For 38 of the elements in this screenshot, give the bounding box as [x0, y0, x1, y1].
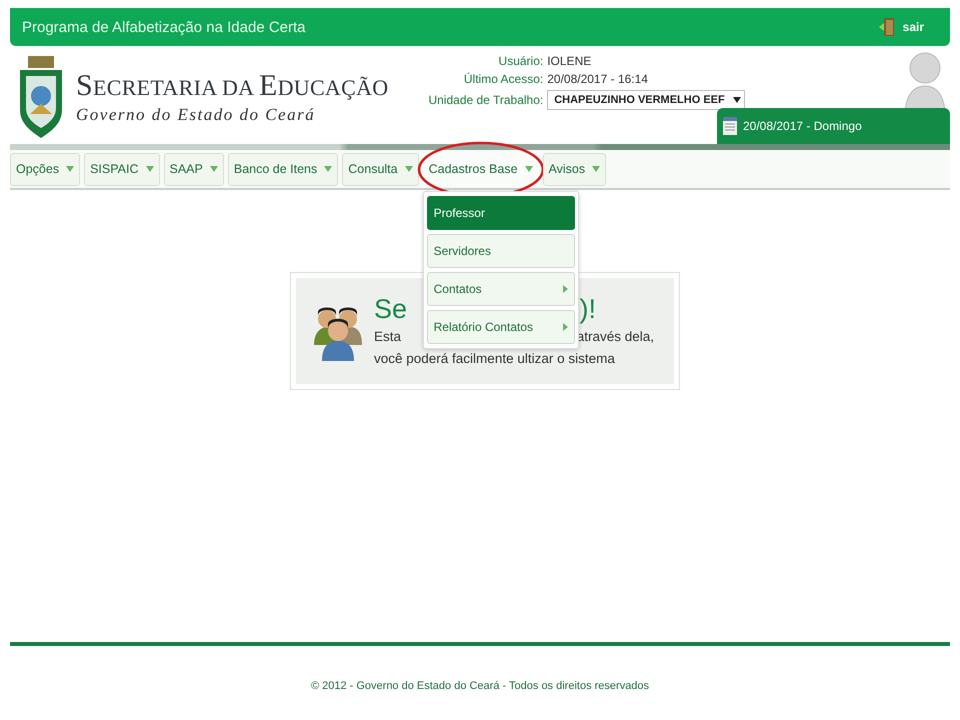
program-title: Programa de Alfabetização na Idade Certa [22, 18, 306, 36]
caret-icon [732, 97, 741, 103]
caret-icon [324, 166, 332, 172]
welcome-heading: Se [374, 293, 408, 326]
menu-button[interactable]: Opções [10, 152, 80, 186]
caret-icon [146, 166, 154, 172]
submenu-arrow-icon [562, 284, 568, 292]
info-value: IOLENE [547, 54, 592, 68]
logout-link[interactable]: sair [878, 18, 924, 36]
info-label: Unidade de Trabalho: [428, 93, 544, 107]
welcome-text: através dela, [576, 328, 654, 346]
brand-subtitle: Governo do Estado do Ceará [76, 105, 316, 125]
welcome-text: Esta [374, 328, 402, 346]
dropdown-item[interactable]: Professor [426, 196, 575, 230]
caret-icon [524, 166, 533, 172]
copyright-text: © 2012 - Governo do Estado do Ceará - Todos os direitos reservados [310, 680, 650, 692]
menu-button[interactable]: Avisos [542, 152, 606, 186]
submenu-arrow-icon [562, 322, 568, 330]
info-value: 20/08/2017 - 16:14 [547, 72, 649, 86]
caret-icon [592, 166, 600, 172]
menu-button[interactable]: SAAP [164, 152, 224, 186]
info-label: Usuário: [498, 54, 544, 68]
menu-button[interactable]: Banco de Itens [228, 152, 338, 186]
menu-button[interactable]: SISPAIC [84, 152, 160, 186]
calendar-icon [723, 117, 737, 135]
brand-title: SECRETARIA DA EDUCAÇÃO [76, 69, 388, 103]
welcome-text: você poderá facilmente ultizar o sistema [374, 350, 616, 368]
info-label: Último Acesso: [462, 72, 544, 86]
dropdown-item[interactable]: Relatório Contatos [426, 310, 575, 344]
work-unit-select[interactable]: CHAPEUZINHO VERMELHO EEF [547, 90, 746, 110]
door-exit-icon [878, 18, 895, 36]
menu-button[interactable]: Consulta [342, 152, 419, 186]
dropdown-item[interactable]: Servidores [426, 234, 575, 268]
dropdown-item[interactable]: Contatos [426, 272, 575, 306]
caret-icon [404, 166, 413, 172]
welcome-heading: )! [580, 293, 596, 326]
caret-icon [210, 166, 218, 172]
caret-icon [66, 166, 74, 172]
